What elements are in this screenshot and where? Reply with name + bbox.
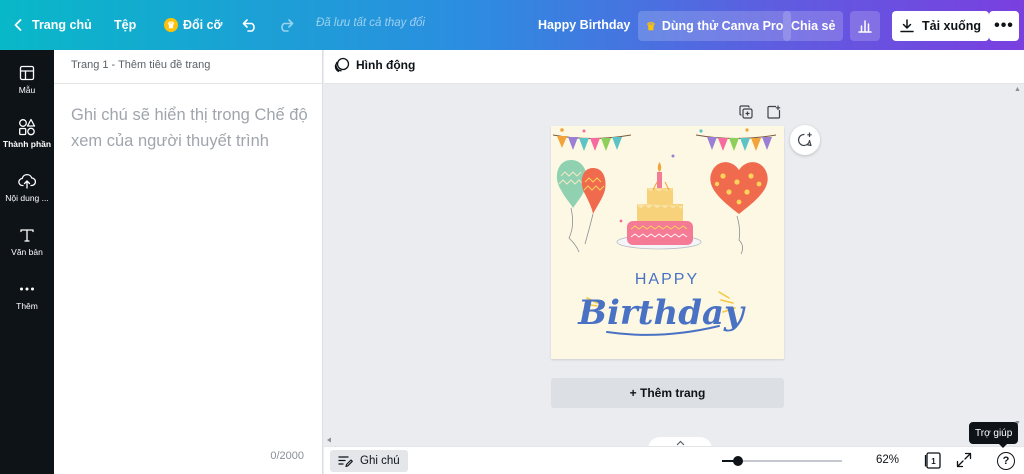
shapes-icon [18,117,36,137]
undo-icon [242,18,258,32]
add-page-button[interactable]: + Thêm trang [551,378,784,408]
page-tools [738,104,782,120]
share-button[interactable]: Chia sẻ [783,11,844,41]
notes-toggle-button[interactable]: Ghi chú [330,450,408,472]
editor-toolbar: Hình động [324,50,1024,84]
help-button[interactable]: ? [997,452,1015,470]
notes-label: Ghi chú [360,455,400,467]
page-grid-button[interactable]: 1 [924,451,942,474]
zoom-level[interactable]: 62% [876,454,899,466]
layout-icon [19,63,35,83]
document-title[interactable]: Happy Birthday [530,8,638,42]
text-icon [19,225,35,245]
page-count: 1 [931,457,936,466]
animate-icon [334,57,350,73]
animate-button[interactable]: Hình động [334,57,415,73]
resize-button[interactable]: ♛ Đổi cỡ [156,8,230,42]
insights-button[interactable] [850,11,880,41]
sidebar-item-templates[interactable]: Mẫu [0,54,54,104]
resize-label: Đổi cỡ [183,18,223,32]
add-page-icon[interactable] [766,104,782,120]
home-label: Trang chủ [32,18,92,32]
add-comment-button[interactable] [790,125,820,155]
redo-icon [278,18,294,32]
sidebar-item-uploads[interactable]: Nội dung ... [0,162,54,212]
file-label: Tệp [114,18,137,32]
character-count: 0/2000 [270,450,304,462]
birthday-illustration: HAPPY Birthday [552,128,777,336]
animate-label: Hình động [356,58,416,72]
save-status: Đã lưu tất cả thay đổi [316,17,425,29]
sidebar-item-label: Thành phần [2,139,52,149]
chevron-left-icon [14,19,22,31]
more-dots-icon [19,279,35,299]
try-pro-button[interactable]: ♛ Dùng thử Canva Pro [638,11,792,41]
top-bar: Trang chủ Tệp ♛ Đổi cỡ Đã lưu tất cả tha… [0,0,1024,50]
design-canvas[interactable]: HAPPY Birthday [551,126,784,359]
bar-chart-icon [858,19,872,33]
crown-icon: ♛ [164,18,178,32]
undo-button[interactable] [234,8,266,42]
page-title-field[interactable]: Trang 1 - Thêm tiêu đề trang [54,50,323,84]
pages-icon: 1 [924,452,941,469]
sidebar-item-more[interactable]: Thêm [0,270,54,320]
notes-icon [338,455,353,468]
sidebar-item-label: Mẫu [18,85,36,95]
notes-textarea[interactable]: Ghi chú sẽ hiển thị trong Chế độ xem của… [71,102,316,154]
crown-icon: ♛ [646,20,656,33]
zoom-slider[interactable] [722,456,842,466]
fullscreen-button[interactable] [956,452,972,468]
share-label: Chia sẻ [791,19,836,33]
bottom-bar: Ghi chú 62% 1 ? [324,446,1024,474]
notes-panel: Trang 1 - Thêm tiêu đề trang Ghi chú sẽ … [54,50,323,474]
zoom-slider-thumb[interactable] [733,456,743,466]
download-label: Tải xuống [922,19,982,33]
download-icon [900,19,914,33]
expand-icon [956,452,972,468]
scroll-up-arrow[interactable]: ▲ [1014,86,1021,93]
home-button[interactable]: Trang chủ [6,8,100,42]
happy-text: HAPPY [635,271,699,288]
redo-button[interactable] [270,8,302,42]
sidebar-item-label: Văn bản [11,247,43,257]
file-menu-button[interactable]: Tệp [106,8,144,42]
cloud-upload-icon [18,171,36,191]
sidebar-item-text[interactable]: Văn bản [0,216,54,266]
sidebar-item-label: Thêm [16,301,38,311]
comment-add-icon [797,132,813,148]
sidebar-item-label: Nội dung ... [5,193,49,203]
birthday-text: Birthday [577,293,746,333]
more-options-button[interactable]: ••• [989,11,1019,41]
download-button[interactable]: Tải xuống [892,11,990,41]
left-sidebar: Mẫu Thành phần Nội dung ... Văn bản Thêm [0,50,54,474]
sidebar-item-elements[interactable]: Thành phần [0,108,54,158]
help-tooltip: Trợ giúp [969,422,1019,448]
duplicate-page-icon[interactable] [738,104,754,120]
try-pro-label: Dùng thử Canva Pro [661,19,784,33]
